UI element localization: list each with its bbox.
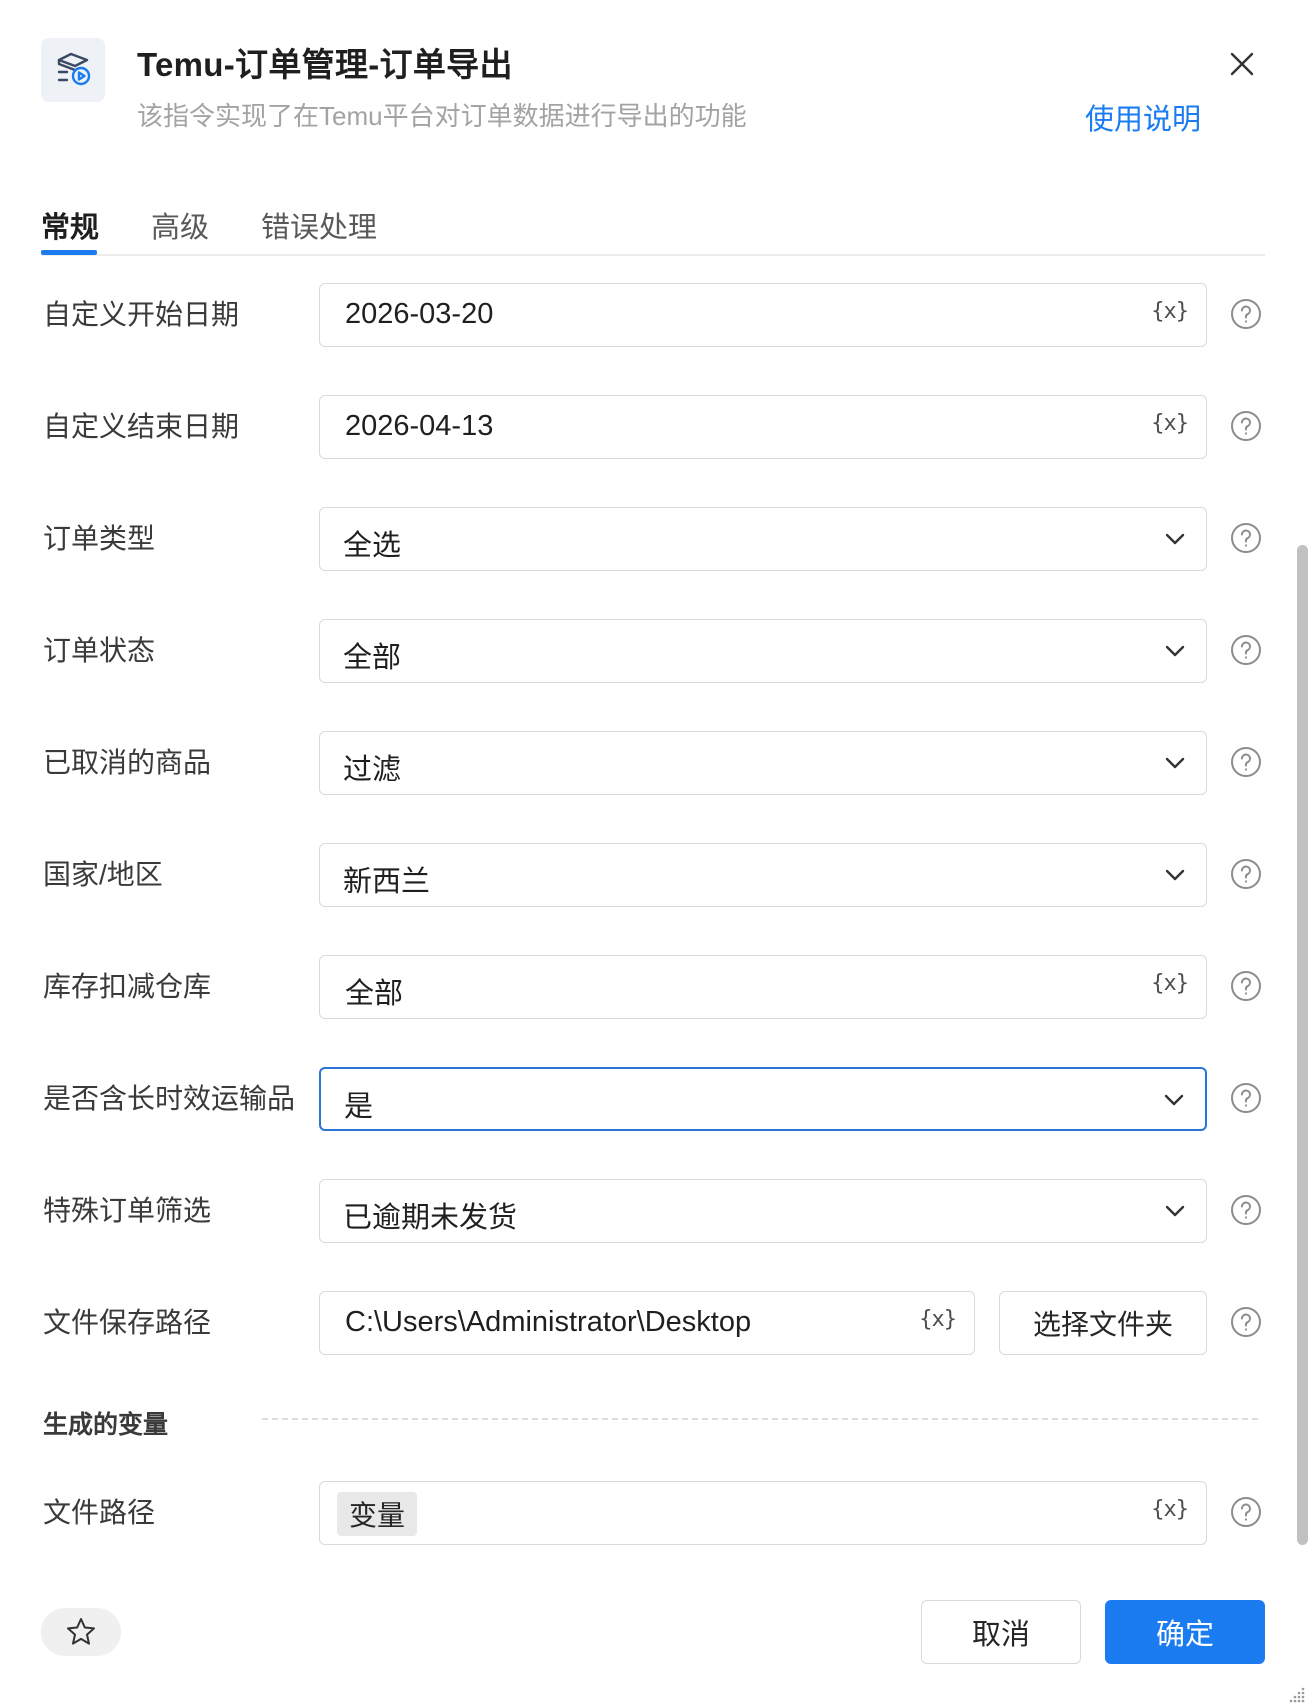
insert-variable-icon[interactable]: {x}	[919, 1307, 957, 1332]
close-icon	[1230, 52, 1254, 76]
chevron-down-icon	[1165, 1205, 1185, 1217]
cancel-button[interactable]: 取消	[921, 1600, 1081, 1664]
insert-variable-icon[interactable]: {x}	[1151, 1497, 1189, 1522]
resize-grip-icon[interactable]	[1286, 1684, 1306, 1704]
form-row-end-date: 自定义结束日期 2026-04-13 {x}	[0, 395, 1308, 459]
chevron-down-icon	[1164, 1094, 1184, 1106]
form-row-order-status: 订单状态 全部	[0, 619, 1308, 683]
help-question-icon[interactable]	[1230, 1082, 1262, 1114]
vertical-scrollbar[interactable]	[1297, 545, 1308, 1545]
section-divider	[262, 1418, 1258, 1420]
end-date-value: 2026-04-13	[345, 410, 494, 442]
end-date-label: 自定义结束日期	[43, 411, 240, 442]
chevron-down-icon	[1165, 645, 1185, 657]
form-row-order-type: 订单类型 全选	[0, 507, 1308, 571]
form-row-save-path: 文件保存路径 C:\Users\Administrator\Desktop {x…	[0, 1291, 1308, 1355]
insert-variable-icon[interactable]: {x}	[1151, 411, 1189, 436]
favorite-button[interactable]	[41, 1608, 121, 1656]
form-row-special-filter: 特殊订单筛选 已逾期未发货	[0, 1179, 1308, 1243]
save-path-label: 文件保存路径	[43, 1307, 212, 1338]
insert-variable-icon[interactable]: {x}	[1151, 299, 1189, 324]
special-filter-label: 特殊订单筛选	[43, 1195, 212, 1226]
long-transit-value: 是	[344, 1091, 374, 1123]
active-tab-indicator	[41, 250, 97, 255]
usage-help-link[interactable]: 使用说明	[1085, 96, 1201, 138]
form-row-output-file-path: 文件路径 变量 {x}	[0, 1481, 1308, 1545]
country-region-value: 新西兰	[343, 866, 431, 898]
help-question-icon[interactable]	[1230, 970, 1262, 1002]
order-type-value: 全选	[343, 530, 402, 562]
save-path-value: C:\Users\Administrator\Desktop	[345, 1306, 752, 1338]
help-question-icon[interactable]	[1230, 1306, 1262, 1338]
chevron-down-icon	[1165, 869, 1185, 881]
end-date-input[interactable]: 2026-04-13 {x}	[319, 395, 1207, 459]
chevron-down-icon	[1165, 757, 1185, 769]
cancelled-items-label: 已取消的商品	[43, 747, 212, 778]
country-region-label: 国家/地区	[43, 859, 163, 890]
insert-variable-icon[interactable]: {x}	[1151, 971, 1189, 996]
help-question-icon[interactable]	[1230, 1496, 1262, 1528]
stock-warehouse-label: 库存扣减仓库	[43, 971, 212, 1002]
stock-warehouse-value: 全部	[345, 978, 404, 1010]
confirm-button[interactable]: 确定	[1105, 1600, 1265, 1664]
form-row-cancelled-items: 已取消的商品 过滤	[0, 731, 1308, 795]
stock-warehouse-input[interactable]: 全部 {x}	[319, 955, 1207, 1019]
dialog-subtitle: 该指令实现了在Temu平台对订单数据进行导出的功能	[137, 101, 747, 131]
help-question-icon[interactable]	[1230, 522, 1262, 554]
close-button[interactable]	[1222, 44, 1262, 84]
help-question-icon[interactable]	[1230, 746, 1262, 778]
output-file-path-label: 文件路径	[43, 1497, 156, 1528]
generated-variables-title: 生成的变量	[43, 1411, 169, 1439]
command-dialog: Temu-订单管理-订单导出 该指令实现了在Temu平台对订单数据进行导出的功能…	[0, 0, 1308, 1706]
app-logo-icon	[41, 38, 105, 102]
order-status-select[interactable]: 全部	[319, 619, 1207, 683]
help-question-icon[interactable]	[1230, 410, 1262, 442]
order-status-value: 全部	[343, 642, 402, 674]
cancelled-items-value: 过滤	[343, 754, 402, 786]
order-type-label: 订单类型	[43, 523, 156, 554]
country-region-select[interactable]: 新西兰	[319, 843, 1207, 907]
help-question-icon[interactable]	[1230, 298, 1262, 330]
form-row-stock-warehouse: 库存扣减仓库 全部 {x}	[0, 955, 1308, 1019]
form-row-long-transit: 是否含长时效运输品 是	[0, 1067, 1308, 1131]
star-icon	[67, 1618, 95, 1645]
start-date-input[interactable]: 2026-03-20 {x}	[319, 283, 1207, 347]
help-question-icon[interactable]	[1230, 634, 1262, 666]
special-filter-select[interactable]: 已逾期未发货	[319, 1179, 1207, 1243]
save-path-input[interactable]: C:\Users\Administrator\Desktop {x}	[319, 1291, 975, 1355]
chevron-down-icon	[1165, 533, 1185, 545]
variable-tag[interactable]: 变量	[337, 1492, 418, 1536]
tab-bar: 常规 高级 错误处理	[41, 200, 1265, 256]
choose-folder-button[interactable]: 选择文件夹	[999, 1291, 1207, 1355]
order-type-select[interactable]: 全选	[319, 507, 1207, 571]
tab-error-handling[interactable]: 错误处理	[261, 204, 377, 260]
special-filter-value: 已逾期未发货	[343, 1202, 518, 1234]
cancelled-items-select[interactable]: 过滤	[319, 731, 1207, 795]
output-variable-input[interactable]: 变量 {x}	[319, 1481, 1207, 1545]
help-question-icon[interactable]	[1230, 858, 1262, 890]
form-row-start-date: 自定义开始日期 2026-03-20 {x}	[0, 283, 1308, 347]
tab-advanced[interactable]: 高级	[151, 204, 209, 260]
long-transit-label: 是否含长时效运输品	[43, 1083, 296, 1114]
help-question-icon[interactable]	[1230, 1194, 1262, 1226]
start-date-value: 2026-03-20	[345, 298, 494, 330]
dialog-title: Temu-订单管理-订单导出	[137, 46, 513, 83]
start-date-label: 自定义开始日期	[43, 299, 240, 330]
form-row-country-region: 国家/地区 新西兰	[0, 843, 1308, 907]
order-status-label: 订单状态	[43, 635, 156, 666]
long-transit-select[interactable]: 是	[319, 1067, 1207, 1131]
